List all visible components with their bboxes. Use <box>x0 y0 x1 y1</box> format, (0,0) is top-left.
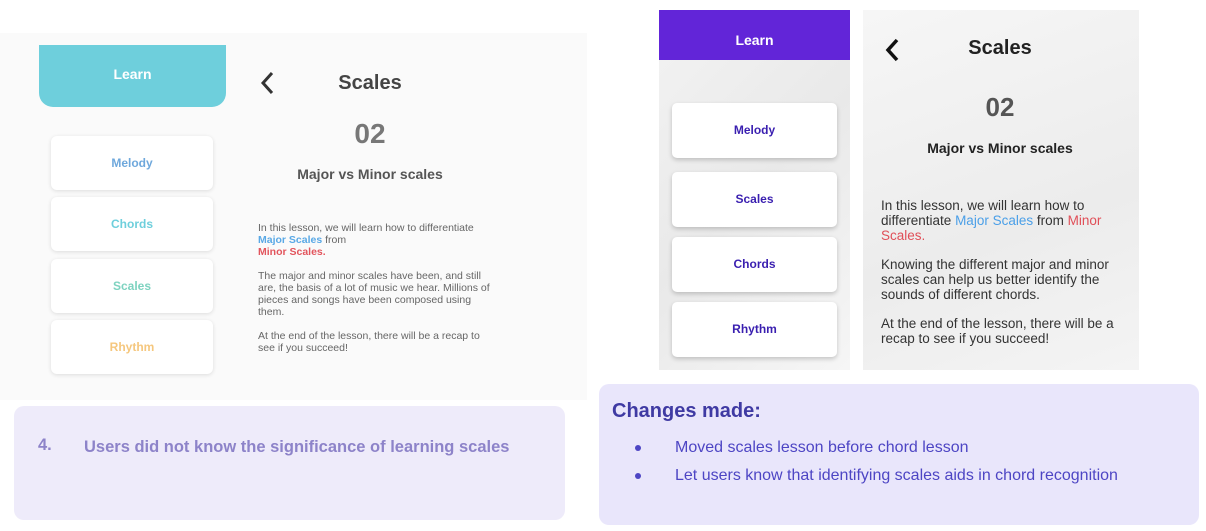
old-learn-label: Learn <box>113 66 152 82</box>
new-lesson-intro: In this lesson, we will learn how to dif… <box>881 198 1126 243</box>
old-from-text: from <box>322 234 347 246</box>
changes-box: Changes made: Moved scales lesson before… <box>599 384 1199 525</box>
old-major-scales-text: Major Scales <box>258 234 323 246</box>
old-learn-tab[interactable]: Learn <box>39 45 226 107</box>
back-chevron-icon[interactable] <box>258 70 276 101</box>
changes-list-item: Let users know that identifying scales a… <box>627 464 1167 487</box>
old-sidebar-item-melody[interactable]: Melody <box>51 136 213 190</box>
back-chevron-icon[interactable] <box>883 37 901 68</box>
new-major-scales-text: Major Scales <box>955 213 1034 228</box>
new-learn-label: Learn <box>735 32 774 48</box>
issue-text: Users did not know the significance of l… <box>84 438 510 456</box>
changes-list: Moved scales lesson before chord lesson … <box>627 436 1167 492</box>
old-sidebar-item-scales[interactable]: Scales <box>51 259 213 313</box>
old-minor-scales-text: Minor Scales <box>258 246 323 258</box>
bullet-icon <box>635 445 641 451</box>
new-lesson-number: 02 <box>985 92 1015 122</box>
old-intro-text: In this lesson, we will learn how to dif… <box>258 222 474 234</box>
new-sidebar-item-scales[interactable]: Scales <box>672 172 837 227</box>
bullet-icon <box>635 473 641 479</box>
new-period-text: . <box>921 228 926 243</box>
old-lesson-intro: In this lesson, we will learn how to dif… <box>258 222 498 258</box>
change-text: Let users know that identifying scales a… <box>675 467 1118 484</box>
issue-number: 4. <box>38 436 52 454</box>
new-sidebar-item-chords[interactable]: Chords <box>672 237 837 292</box>
new-lesson-paragraph-2: Knowing the different major and minor sc… <box>881 257 1109 302</box>
issue-box: 4. Users did not know the significance o… <box>14 406 565 520</box>
new-learn-tab[interactable]: Learn <box>659 10 850 60</box>
old-lesson-subtitle: Major vs Minor scales <box>297 166 443 182</box>
changes-list-item: Moved scales lesson before chord lesson <box>627 436 1167 459</box>
new-sidebar-item-melody[interactable]: Melody <box>672 103 837 158</box>
new-sidebar-item-rhythm[interactable]: Rhythm <box>672 302 837 357</box>
new-lesson-body: In this lesson, we will learn how to dif… <box>881 198 1126 360</box>
old-sidebar-item-rhythm[interactable]: Rhythm <box>51 320 213 374</box>
new-lesson-subtitle: Major vs Minor scales <box>927 140 1073 156</box>
change-text: Moved scales lesson before chord lesson <box>675 439 969 456</box>
new-from-text: from <box>1033 213 1068 228</box>
old-lesson-title: Scales <box>338 72 402 94</box>
old-lesson-paragraph-2: The major and minor scales have been, an… <box>258 270 490 318</box>
old-lesson-number: 02 <box>354 118 386 149</box>
new-lesson-title: Scales <box>968 37 1032 59</box>
changes-title: Changes made: <box>612 400 761 422</box>
new-lesson-paragraph-3: At the end of the lesson, there will be … <box>881 316 1114 346</box>
old-period-text: . <box>322 246 326 258</box>
old-sidebar-item-chords[interactable]: Chords <box>51 197 213 251</box>
old-lesson-body: In this lesson, we will learn how to dif… <box>258 222 498 366</box>
old-lesson-paragraph-3: At the end of the lesson, there will be … <box>258 330 480 354</box>
